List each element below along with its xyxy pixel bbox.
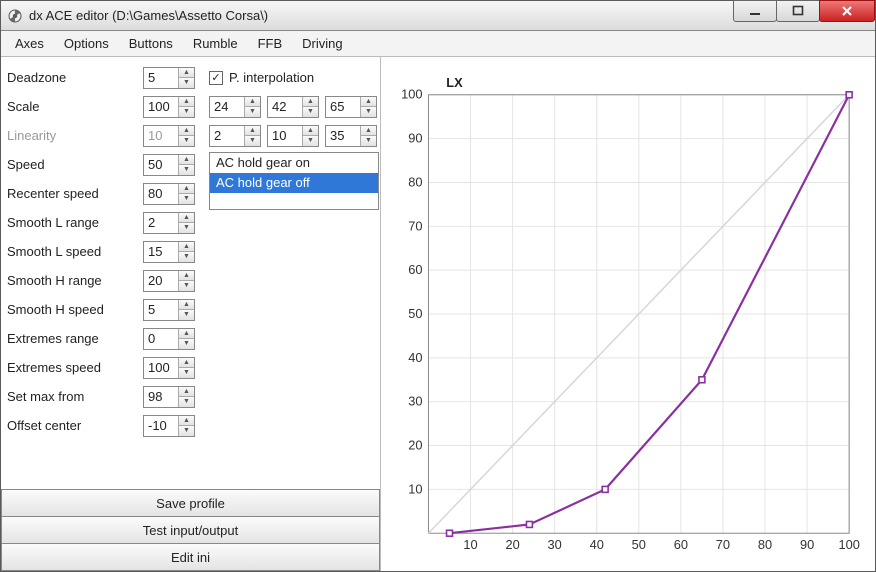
- svg-text:40: 40: [408, 350, 422, 365]
- title-bar: dx ACE editor (D:\Games\Assetto Corsa\): [1, 1, 875, 31]
- label-deadzone: Deadzone: [7, 70, 137, 85]
- label-p-interpolation: P. interpolation: [229, 70, 314, 85]
- svg-text:40: 40: [590, 537, 604, 552]
- svg-text:10: 10: [463, 537, 477, 552]
- svg-text:20: 20: [408, 437, 422, 452]
- down-icon[interactable]: ▼: [179, 78, 194, 88]
- spin-interp-1a[interactable]: ▲▼: [209, 96, 261, 118]
- input-interp-2a[interactable]: [210, 126, 244, 146]
- svg-text:80: 80: [758, 537, 772, 552]
- list-item[interactable]: AC hold gear off: [210, 173, 378, 193]
- curve-chart: LX 10 20 30 40 50 60 70 80 90 100 10 20 30 40 50 60 70 80 9…: [387, 67, 861, 561]
- label-smooth-l-speed: Smooth L speed: [7, 244, 137, 259]
- label-smooth-h-range: Smooth H range: [7, 273, 137, 288]
- svg-text:50: 50: [408, 306, 422, 321]
- spin-extremes-speed[interactable]: ▲▼: [143, 357, 195, 379]
- svg-text:80: 80: [408, 174, 422, 189]
- menu-bar: Axes Options Buttons Rumble FFB Driving: [1, 31, 875, 57]
- app-icon: [7, 8, 23, 24]
- spin-recenter[interactable]: ▲▼: [143, 183, 195, 205]
- maximize-button[interactable]: [776, 0, 820, 22]
- spin-smooth-l-speed[interactable]: ▲▼: [143, 241, 195, 263]
- svg-text:100: 100: [838, 537, 859, 552]
- close-button[interactable]: [819, 0, 875, 22]
- menu-driving[interactable]: Driving: [294, 33, 350, 54]
- menu-options[interactable]: Options: [56, 33, 117, 54]
- edit-ini-button[interactable]: Edit ini: [1, 543, 380, 571]
- spin-linearity: ▲▼: [143, 125, 195, 147]
- spin-extremes-range[interactable]: ▲▼: [143, 328, 195, 350]
- svg-text:50: 50: [632, 537, 646, 552]
- svg-text:60: 60: [674, 537, 688, 552]
- spin-smooth-h-speed[interactable]: ▲▼: [143, 299, 195, 321]
- spin-interp-1b[interactable]: ▲▼: [267, 96, 319, 118]
- minimize-button[interactable]: [733, 0, 777, 22]
- label-offset: Offset center: [7, 418, 137, 433]
- input-deadzone[interactable]: [144, 68, 178, 88]
- menu-ffb[interactable]: FFB: [250, 33, 291, 54]
- input-interp-2b[interactable]: [268, 126, 302, 146]
- label-smooth-l-range: Smooth L range: [7, 215, 137, 230]
- gear-hold-listbox[interactable]: AC hold gear on AC hold gear off: [209, 152, 379, 210]
- spin-interp-2c[interactable]: ▲▼: [325, 125, 377, 147]
- svg-text:20: 20: [505, 537, 519, 552]
- spin-interp-1c[interactable]: ▲▼: [325, 96, 377, 118]
- spin-interp-2a[interactable]: ▲▼: [209, 125, 261, 147]
- svg-text:LX: LX: [446, 75, 463, 90]
- svg-text:70: 70: [408, 218, 422, 233]
- svg-text:30: 30: [548, 537, 562, 552]
- spin-deadzone[interactable]: ▲▼: [143, 67, 195, 89]
- svg-text:100: 100: [401, 87, 422, 102]
- svg-text:90: 90: [408, 131, 422, 146]
- test-io-button[interactable]: Test input/output: [1, 516, 380, 544]
- label-speed: Speed: [7, 157, 137, 172]
- svg-text:90: 90: [800, 537, 814, 552]
- label-smooth-h-speed: Smooth H speed: [7, 302, 137, 317]
- input-interp-1b[interactable]: [268, 97, 302, 117]
- input-scale[interactable]: [144, 97, 178, 117]
- window-title: dx ACE editor (D:\Games\Assetto Corsa\): [29, 8, 734, 23]
- svg-text:30: 30: [408, 394, 422, 409]
- input-interp-2c[interactable]: [326, 126, 360, 146]
- input-linearity: [144, 126, 178, 146]
- save-profile-button[interactable]: Save profile: [1, 489, 380, 517]
- menu-rumble[interactable]: Rumble: [185, 33, 246, 54]
- input-interp-1a[interactable]: [210, 97, 244, 117]
- spin-smooth-l-range[interactable]: ▲▼: [143, 212, 195, 234]
- svg-text:10: 10: [408, 481, 422, 496]
- chart-panel: LX 10 20 30 40 50 60 70 80 90 100 10 20 30 40 50 60 70 80 9…: [381, 57, 875, 571]
- label-set-max: Set max from: [7, 389, 137, 404]
- spin-scale[interactable]: ▲▼: [143, 96, 195, 118]
- input-interp-1c[interactable]: [326, 97, 360, 117]
- left-panel: Deadzone ▲▼ ✓ P. interpolation Scale ▲▼ …: [1, 57, 381, 571]
- spin-interp-2b[interactable]: ▲▼: [267, 125, 319, 147]
- label-extremes-speed: Extremes speed: [7, 360, 137, 375]
- label-recenter: Recenter speed: [7, 186, 137, 201]
- menu-buttons[interactable]: Buttons: [121, 33, 181, 54]
- label-extremes-range: Extremes range: [7, 331, 137, 346]
- svg-text:70: 70: [716, 537, 730, 552]
- input-speed[interactable]: [144, 155, 178, 175]
- svg-text:60: 60: [408, 262, 422, 277]
- label-linearity: Linearity: [7, 128, 137, 143]
- down-icon[interactable]: ▼: [179, 107, 194, 117]
- spin-speed[interactable]: ▲▼: [143, 154, 195, 176]
- label-scale: Scale: [7, 99, 137, 114]
- list-item[interactable]: AC hold gear on: [210, 153, 378, 173]
- spin-set-max[interactable]: ▲▼: [143, 386, 195, 408]
- spin-smooth-h-range[interactable]: ▲▼: [143, 270, 195, 292]
- up-icon[interactable]: ▲: [179, 68, 194, 79]
- menu-axes[interactable]: Axes: [7, 33, 52, 54]
- input-recenter[interactable]: [144, 184, 178, 204]
- checkbox-p-interpolation[interactable]: ✓: [209, 71, 223, 85]
- spin-offset[interactable]: ▲▼: [143, 415, 195, 437]
- up-icon[interactable]: ▲: [179, 97, 194, 108]
